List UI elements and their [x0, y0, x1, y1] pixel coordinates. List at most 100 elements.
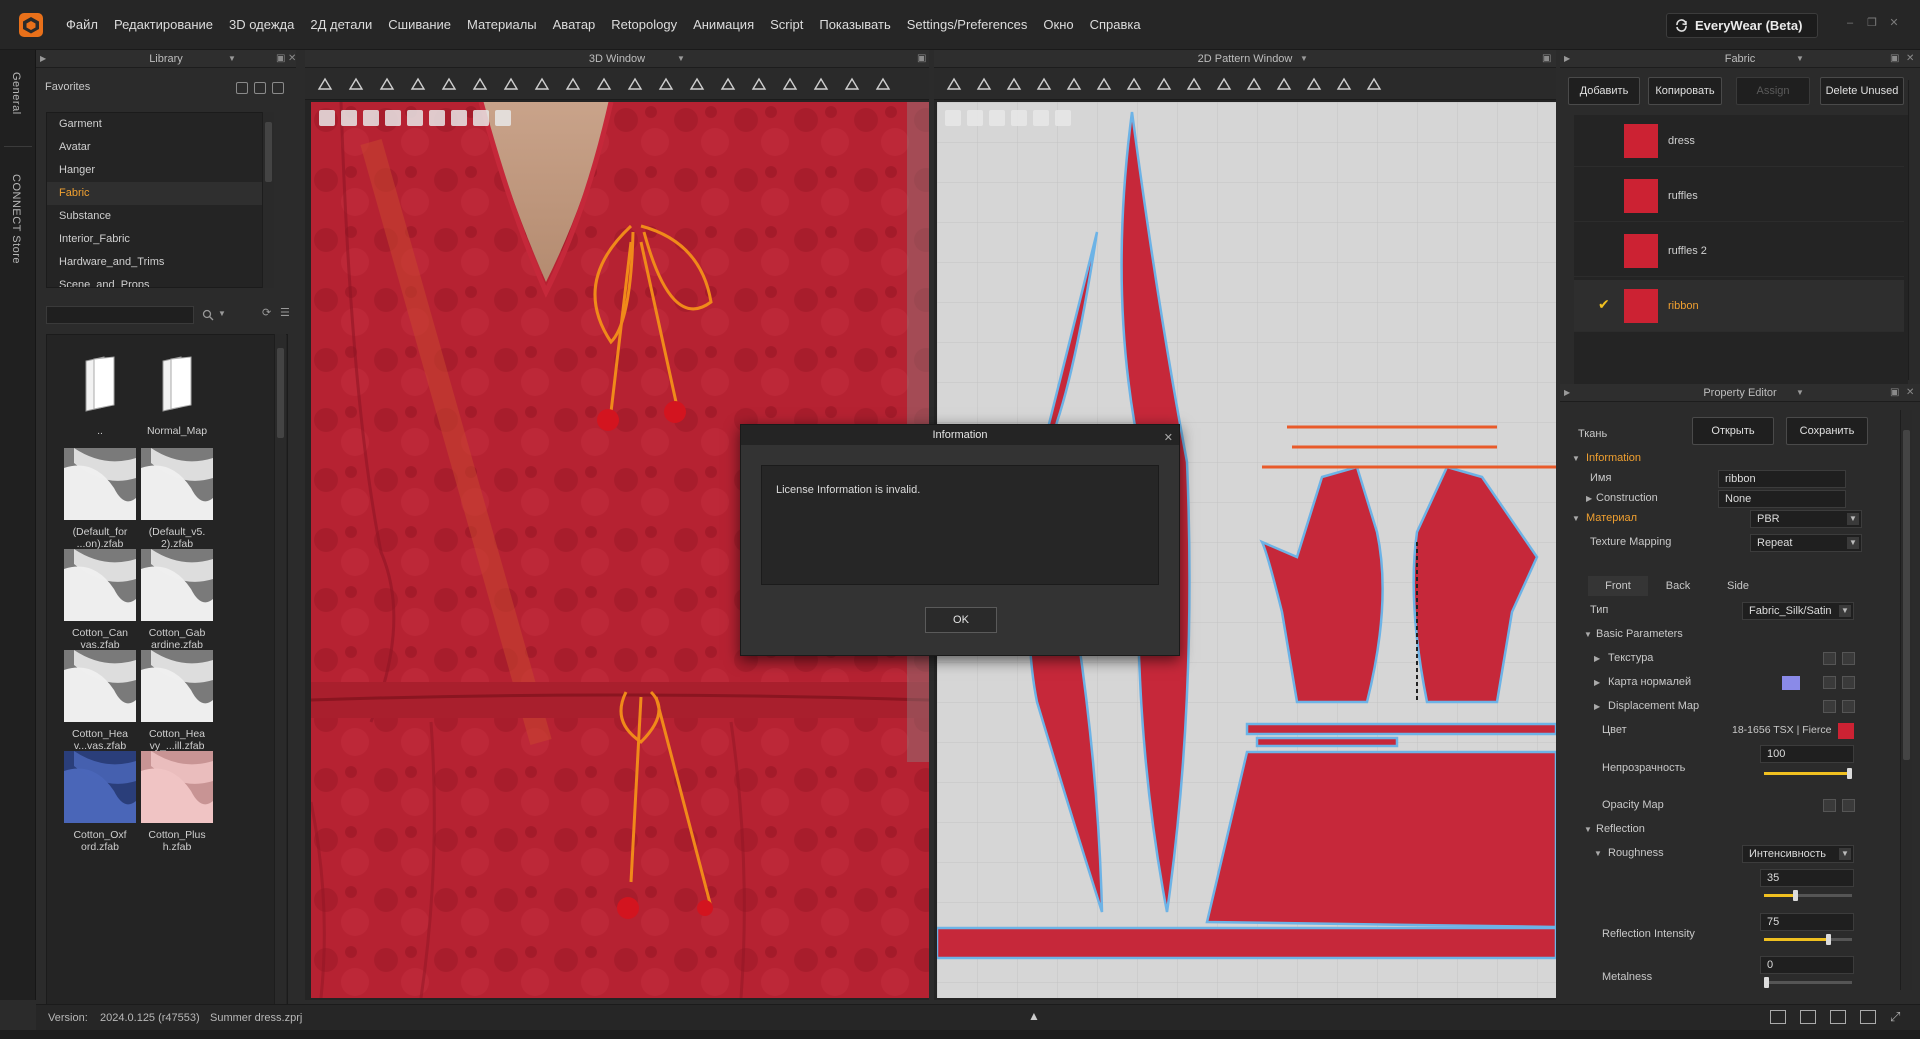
normal-map-swatch[interactable] [1782, 676, 1800, 690]
layout-split-icon[interactable] [1800, 1010, 1816, 1024]
dropdown-icon[interactable]: ▼ [1796, 384, 1804, 402]
add-fabric-button[interactable]: Добавить [1568, 77, 1640, 105]
roughness-mode-select[interactable]: Интенсивность ▼ [1742, 845, 1854, 863]
menu-item[interactable]: Аватар [545, 0, 604, 50]
opacity-slider[interactable] [1764, 768, 1852, 779]
tool-icon[interactable] [875, 77, 891, 91]
fullscreen-icon[interactable]: ⤢ [1890, 1009, 1900, 1025]
fabric-list-item[interactable]: ✔ ribbon [1574, 280, 1904, 332]
texture-mapping-select[interactable]: Repeat ▼ [1750, 534, 1862, 552]
menu-item[interactable]: Retopology [603, 0, 685, 50]
tool-icon[interactable] [658, 77, 674, 91]
library-thumbnail[interactable]: Cotton_Can vas.zfab [57, 549, 143, 651]
tool-icon[interactable] [689, 77, 705, 91]
tab-side[interactable]: Side [1708, 576, 1768, 596]
tool-icon[interactable] [441, 77, 457, 91]
close-icon[interactable]: ✕ [1888, 17, 1900, 29]
close-panel-icon[interactable]: ✕ [1906, 50, 1914, 68]
viewport-tool-icon[interactable] [945, 110, 961, 126]
tab-general[interactable]: General [10, 72, 22, 115]
library-item[interactable]: Fabric [47, 182, 273, 205]
refresh-icon[interactable] [272, 82, 284, 94]
tool-icon[interactable] [720, 77, 736, 91]
type-select[interactable]: Fabric_Silk/Satin ▼ [1742, 602, 1854, 620]
layout-triple-icon[interactable] [1830, 1010, 1846, 1024]
viewport-tool-icon[interactable] [341, 110, 357, 126]
tool-icon[interactable] [1186, 77, 1202, 91]
texture-grid-icon[interactable] [1823, 652, 1836, 665]
basic-params-row[interactable]: ▼ Basic Parameters [1560, 623, 1896, 647]
fabric-list-item[interactable]: ruffles 2 [1574, 225, 1904, 277]
tool-icon[interactable] [503, 77, 519, 91]
tool-icon[interactable] [1306, 77, 1322, 91]
library-item[interactable]: Avatar [47, 136, 273, 159]
fabric-list-item[interactable]: dress [1574, 115, 1904, 167]
library-thumbnail[interactable]: Cotton_Oxf ord.zfab [57, 751, 143, 853]
metalness-field[interactable]: 0 [1760, 956, 1854, 974]
trash-icon[interactable] [1842, 700, 1855, 713]
fabric-scrollbar[interactable] [1908, 80, 1920, 380]
property-editor-scrollbar[interactable] [1900, 410, 1912, 990]
tool-icon[interactable] [976, 77, 992, 91]
delete-unused-button[interactable]: Delete Unused [1820, 77, 1904, 105]
tool-icon[interactable] [1036, 77, 1052, 91]
viewport-tool-icon[interactable] [989, 110, 1005, 126]
metalness-slider-knob[interactable] [1764, 977, 1769, 988]
library-item[interactable]: Substance [47, 205, 273, 228]
library-grid-scrollbar[interactable] [274, 334, 286, 1038]
assign-fabric-button[interactable]: Assign [1736, 77, 1810, 105]
tool-icon[interactable] [1216, 77, 1232, 91]
library-thumbnail[interactable]: Cotton_Gab ardine.zfab [134, 549, 220, 651]
library-tree-scrollbar[interactable] [262, 112, 274, 288]
expand-arrow-icon[interactable]: ▼ [1594, 849, 1602, 858]
library-item[interactable]: Scene_and_Props [47, 274, 273, 287]
trash-icon[interactable] [1842, 799, 1855, 812]
roughness-slider-knob[interactable] [1793, 890, 1799, 901]
tool-icon[interactable] [751, 77, 767, 91]
expand-arrow-icon[interactable]: ▶ [1594, 702, 1600, 711]
viewport-tool-icon[interactable] [1055, 110, 1071, 126]
library-search-input[interactable] [46, 306, 194, 324]
tool-icon[interactable] [844, 77, 860, 91]
tool-icon[interactable] [534, 77, 550, 91]
library-thumbnail[interactable]: (Default_v5. 2).zfab [134, 448, 220, 550]
layout-quad-icon[interactable] [1860, 1010, 1876, 1024]
search-filter-dropdown-icon[interactable]: ▼ [218, 309, 226, 318]
library-item[interactable]: Hardware_and_Trims [47, 251, 273, 274]
close-panel-icon[interactable]: ✕ [288, 50, 296, 68]
dropdown-icon[interactable]: ▼ [1300, 50, 1308, 68]
viewport-tool-icon[interactable] [473, 110, 489, 126]
tool-icon[interactable] [946, 77, 962, 91]
library-thumbnail[interactable]: (Default_for ...on).zfab [57, 448, 143, 550]
open-button[interactable]: Открыть [1692, 417, 1774, 445]
roughness-field[interactable]: 35 [1760, 869, 1854, 887]
tool-icon[interactable] [813, 77, 829, 91]
tool-icon[interactable] [1096, 77, 1112, 91]
viewport-tool-icon[interactable] [495, 110, 511, 126]
library-thumbnail[interactable]: Cotton_Hea v...vas.zfab [57, 650, 143, 752]
texture-grid-icon[interactable] [1823, 676, 1836, 689]
close-panel-icon[interactable]: ✕ [1906, 384, 1914, 402]
tab-connect-store[interactable]: CONNECT Store [10, 174, 22, 264]
tab-front[interactable]: Front [1588, 576, 1648, 596]
reflection-intensity-slider[interactable] [1764, 934, 1852, 945]
tool-icon[interactable] [1366, 77, 1382, 91]
menu-item[interactable]: Settings/Preferences [899, 0, 1036, 50]
expand-arrow-icon[interactable]: ▶ [1594, 678, 1600, 687]
tool-icon[interactable] [1336, 77, 1352, 91]
opacity-slider-knob[interactable] [1847, 768, 1852, 779]
refresh-icon[interactable]: ⟳ [262, 306, 274, 319]
float-icon[interactable]: ▣ [917, 50, 926, 68]
tool-icon[interactable] [379, 77, 395, 91]
trash-icon[interactable] [1842, 676, 1855, 689]
collapse-arrow-icon[interactable]: ▶ [1564, 384, 1570, 402]
library-thumbnail[interactable]: Cotton_Hea vy_...ill.zfab [134, 650, 220, 752]
library-item[interactable]: Garment [47, 113, 273, 136]
minimize-icon[interactable]: – [1844, 17, 1856, 29]
float-icon[interactable]: ▣ [1542, 50, 1551, 68]
menu-item[interactable]: Окно [1035, 0, 1081, 50]
material-select[interactable]: PBR ▼ [1750, 510, 1862, 528]
menu-item[interactable]: 3D одежда [221, 0, 302, 50]
library-item[interactable]: Interior_Fabric [47, 228, 273, 251]
tool-icon[interactable] [1156, 77, 1172, 91]
